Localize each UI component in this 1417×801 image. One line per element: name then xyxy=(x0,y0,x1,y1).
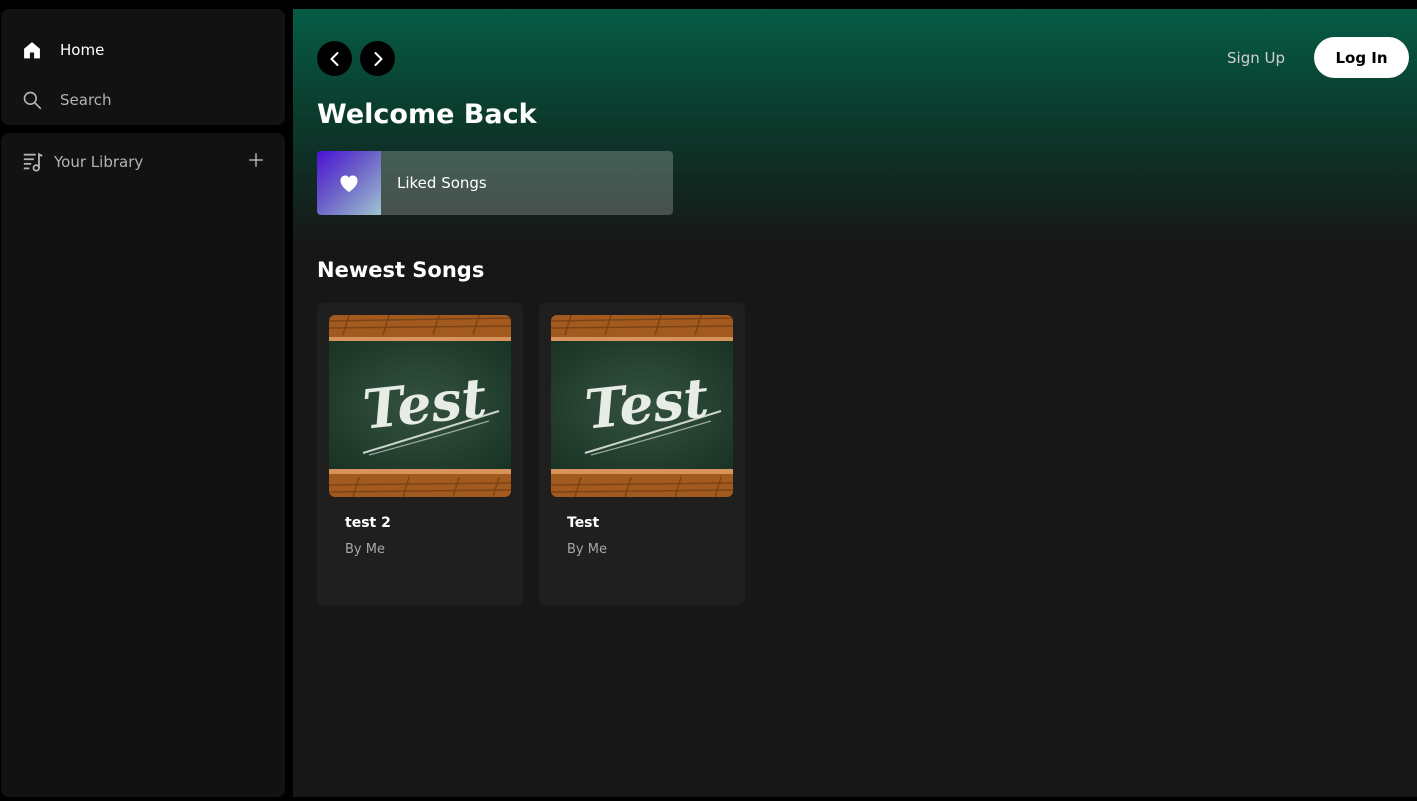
song-title: Test xyxy=(567,515,600,531)
heart-icon xyxy=(337,171,361,195)
library-header: Your Library xyxy=(22,150,267,174)
chevron-right-icon xyxy=(370,51,386,67)
sidebar-nav: Home Search xyxy=(1,9,285,125)
library-button[interactable]: Your Library xyxy=(22,151,143,173)
sidebar-item-search[interactable]: Search xyxy=(22,88,112,112)
cover-text: Test xyxy=(582,365,712,442)
search-icon xyxy=(22,90,42,110)
cover-text: Test xyxy=(360,365,490,442)
library-icon xyxy=(22,151,44,173)
chevron-left-icon xyxy=(327,51,343,67)
add-playlist-button[interactable] xyxy=(245,151,267,173)
song-cover-image: Test xyxy=(329,315,511,497)
liked-songs-tile[interactable]: Liked Songs xyxy=(317,151,673,215)
sign-up-button[interactable]: Sign Up xyxy=(1227,47,1285,69)
song-card[interactable]: Test test 2 By Me xyxy=(317,303,523,605)
back-button[interactable] xyxy=(317,41,352,76)
app-window: Home Search Your Library Sign Up Log In … xyxy=(0,0,1417,801)
home-icon xyxy=(22,40,42,60)
sidebar-item-home[interactable]: Home xyxy=(22,38,104,62)
liked-songs-art xyxy=(317,151,381,215)
log-in-button[interactable]: Log In xyxy=(1314,37,1409,78)
song-title: test 2 xyxy=(345,515,391,531)
plus-icon xyxy=(247,151,265,173)
page-title: Welcome Back xyxy=(317,99,537,130)
main-content: Sign Up Log In Welcome Back Liked Songs … xyxy=(293,9,1417,797)
sidebar-library: Your Library xyxy=(1,133,285,797)
song-card[interactable]: Test Test By Me xyxy=(539,303,745,605)
section-title-newest-songs: Newest Songs xyxy=(317,258,485,282)
library-label: Your Library xyxy=(54,153,144,171)
song-cover-image: Test xyxy=(551,315,733,497)
song-author: By Me xyxy=(345,542,385,557)
song-author: By Me xyxy=(567,542,607,557)
liked-songs-label: Liked Songs xyxy=(397,174,487,192)
forward-button[interactable] xyxy=(360,41,395,76)
sidebar-item-label: Search xyxy=(60,91,112,109)
sidebar-item-label: Home xyxy=(60,41,105,59)
